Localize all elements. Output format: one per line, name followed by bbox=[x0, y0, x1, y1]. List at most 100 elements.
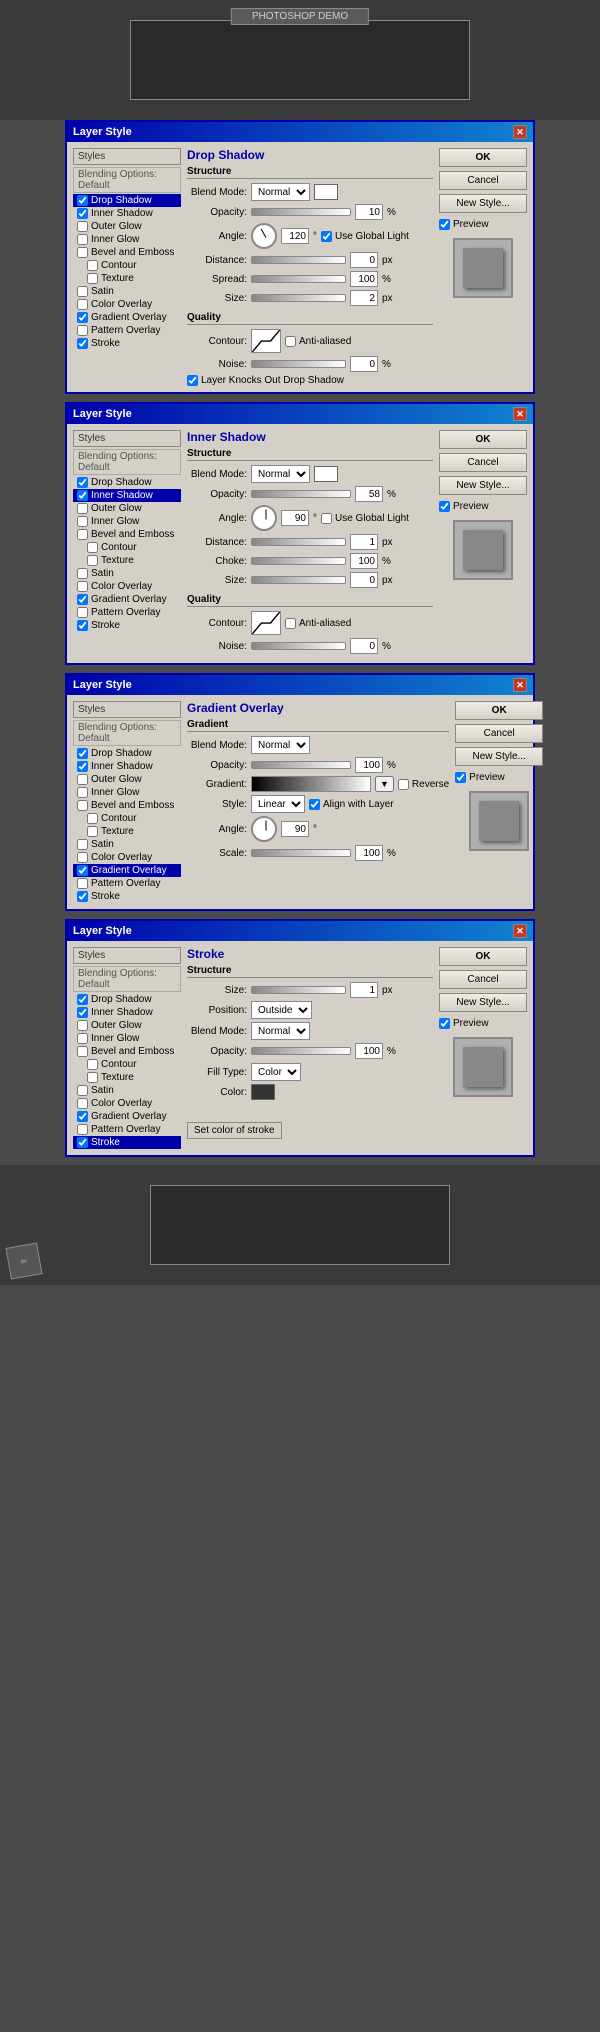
sidebar-item-bevel-2[interactable]: Bevel and Emboss bbox=[73, 528, 181, 541]
checkbox-bevel-3[interactable] bbox=[77, 800, 88, 811]
checkbox-bevel-2[interactable] bbox=[77, 529, 88, 540]
sidebar-item-outer-glow-1[interactable]: Outer Glow bbox=[73, 220, 181, 233]
ok-button-1[interactable]: OK bbox=[439, 148, 527, 167]
style-select-3[interactable]: Linear bbox=[251, 795, 305, 813]
sidebar-item-pattern-overlay-2[interactable]: Pattern Overlay bbox=[73, 606, 181, 619]
preview-check-2[interactable] bbox=[439, 501, 450, 512]
blending-options-3[interactable]: Blending Options: Default bbox=[73, 720, 181, 746]
checkbox-drop-shadow-4[interactable] bbox=[77, 994, 88, 1005]
dialog-close-1[interactable]: ✕ bbox=[513, 125, 527, 139]
noise-input-2[interactable] bbox=[350, 638, 378, 654]
angle-dial-3[interactable] bbox=[251, 816, 277, 842]
blend-color-box-2[interactable] bbox=[314, 466, 338, 482]
contour-box-2[interactable] bbox=[251, 611, 281, 635]
position-select-4[interactable]: Outside bbox=[251, 1001, 312, 1019]
sidebar-item-stroke-4[interactable]: Stroke bbox=[73, 1136, 181, 1149]
choke-input-2[interactable] bbox=[350, 553, 378, 569]
sidebar-item-color-overlay-2[interactable]: Color Overlay bbox=[73, 580, 181, 593]
opacity-slider-1[interactable] bbox=[251, 208, 351, 216]
blend-mode-select-3[interactable]: Normal bbox=[251, 736, 310, 754]
checkbox-inner-shadow-4[interactable] bbox=[77, 1007, 88, 1018]
sidebar-item-pattern-overlay-4[interactable]: Pattern Overlay bbox=[73, 1123, 181, 1136]
opacity-slider-3[interactable] bbox=[251, 761, 351, 769]
sidebar-item-stroke-3[interactable]: Stroke bbox=[73, 890, 181, 903]
checkbox-inner-glow-3[interactable] bbox=[77, 787, 88, 798]
scale-slider-3[interactable] bbox=[251, 849, 351, 857]
checkbox-outer-glow-1[interactable] bbox=[77, 221, 88, 232]
ok-button-4[interactable]: OK bbox=[439, 947, 527, 966]
checkbox-inner-shadow-3[interactable] bbox=[77, 761, 88, 772]
blend-color-box-1[interactable] bbox=[314, 184, 338, 200]
sidebar-item-inner-glow-4[interactable]: Inner Glow bbox=[73, 1032, 181, 1045]
sidebar-item-inner-glow-2[interactable]: Inner Glow bbox=[73, 515, 181, 528]
contour-box-1[interactable] bbox=[251, 329, 281, 353]
checkbox-color-overlay-3[interactable] bbox=[77, 852, 88, 863]
angle-dial-2[interactable] bbox=[251, 505, 277, 531]
noise-slider-2[interactable] bbox=[251, 642, 346, 650]
opacity-slider-4[interactable] bbox=[251, 1047, 351, 1055]
choke-slider-2[interactable] bbox=[251, 557, 346, 565]
angle-input-1[interactable]: 120 bbox=[281, 228, 309, 244]
noise-slider-1[interactable] bbox=[251, 360, 346, 368]
sidebar-item-satin-1[interactable]: Satin bbox=[73, 285, 181, 298]
blending-options-4[interactable]: Blending Options: Default bbox=[73, 966, 181, 992]
new-style-button-1[interactable]: New Style... bbox=[439, 194, 527, 213]
reverse-check-3[interactable] bbox=[398, 779, 409, 790]
sidebar-item-gradient-overlay-3[interactable]: Gradient Overlay bbox=[73, 864, 181, 877]
checkbox-pattern-overlay-4[interactable] bbox=[77, 1124, 88, 1135]
checkbox-pattern-overlay-2[interactable] bbox=[77, 607, 88, 618]
dialog-close-3[interactable]: ✕ bbox=[513, 678, 527, 692]
ok-button-2[interactable]: OK bbox=[439, 430, 527, 449]
sidebar-item-satin-4[interactable]: Satin bbox=[73, 1084, 181, 1097]
sidebar-item-texture-1[interactable]: Texture bbox=[73, 272, 181, 285]
checkbox-stroke-4[interactable] bbox=[77, 1137, 88, 1148]
opacity-input-2[interactable] bbox=[355, 486, 383, 502]
sidebar-item-outer-glow-2[interactable]: Outer Glow bbox=[73, 502, 181, 515]
cancel-button-3[interactable]: Cancel bbox=[455, 724, 543, 743]
checkbox-satin-1[interactable] bbox=[77, 286, 88, 297]
sidebar-item-color-overlay-4[interactable]: Color Overlay bbox=[73, 1097, 181, 1110]
size-input-2[interactable] bbox=[350, 572, 378, 588]
dialog-close-2[interactable]: ✕ bbox=[513, 407, 527, 421]
sidebar-item-inner-shadow-1[interactable]: Inner Shadow bbox=[73, 207, 181, 220]
sidebar-item-gradient-overlay-4[interactable]: Gradient Overlay bbox=[73, 1110, 181, 1123]
new-style-button-2[interactable]: New Style... bbox=[439, 476, 527, 495]
ok-button-3[interactable]: OK bbox=[455, 701, 543, 720]
checkbox-inner-shadow-1[interactable] bbox=[77, 208, 88, 219]
checkbox-inner-glow-2[interactable] bbox=[77, 516, 88, 527]
checkbox-drop-shadow-2[interactable] bbox=[77, 477, 88, 488]
checkbox-bevel-1[interactable] bbox=[77, 247, 88, 258]
sidebar-item-inner-shadow-2[interactable]: Inner Shadow bbox=[73, 489, 181, 502]
checkbox-gradient-overlay-3[interactable] bbox=[77, 865, 88, 876]
noise-input-1[interactable]: 0 bbox=[350, 356, 378, 372]
size-slider-2[interactable] bbox=[251, 576, 346, 584]
blending-options-1[interactable]: Blending Options: Default bbox=[73, 167, 181, 193]
checkbox-stroke-3[interactable] bbox=[77, 891, 88, 902]
size-input-1[interactable]: 2 bbox=[350, 290, 378, 306]
checkbox-satin-4[interactable] bbox=[77, 1085, 88, 1096]
checkbox-pattern-overlay-3[interactable] bbox=[77, 878, 88, 889]
size-slider-1[interactable] bbox=[251, 294, 346, 302]
cancel-button-4[interactable]: Cancel bbox=[439, 970, 527, 989]
opacity-input-4[interactable] bbox=[355, 1043, 383, 1059]
checkbox-color-overlay-4[interactable] bbox=[77, 1098, 88, 1109]
sidebar-item-drop-shadow-3[interactable]: Drop Shadow bbox=[73, 747, 181, 760]
checkbox-inner-glow-1[interactable] bbox=[77, 234, 88, 245]
opacity-input-1[interactable]: 10 bbox=[355, 204, 383, 220]
global-light-check-2[interactable] bbox=[321, 513, 332, 524]
gradient-expand-button-3[interactable]: ▼ bbox=[375, 776, 394, 792]
angle-dial-1[interactable] bbox=[251, 223, 277, 249]
cancel-button-1[interactable]: Cancel bbox=[439, 171, 527, 190]
distance-slider-2[interactable] bbox=[251, 538, 346, 546]
sidebar-item-texture-2[interactable]: Texture bbox=[73, 554, 181, 567]
anti-aliased-check-1[interactable] bbox=[285, 336, 296, 347]
checkbox-stroke-1[interactable] bbox=[77, 338, 88, 349]
checkbox-texture-3[interactable] bbox=[87, 826, 98, 837]
checkbox-outer-glow-4[interactable] bbox=[77, 1020, 88, 1031]
align-layer-check-3[interactable] bbox=[309, 799, 320, 810]
checkbox-texture-1[interactable] bbox=[87, 273, 98, 284]
checkbox-pattern-overlay-1[interactable] bbox=[77, 325, 88, 336]
checkbox-contour-2[interactable] bbox=[87, 542, 98, 553]
sidebar-item-color-overlay-3[interactable]: Color Overlay bbox=[73, 851, 181, 864]
blend-mode-select-1[interactable]: Normal bbox=[251, 183, 310, 201]
